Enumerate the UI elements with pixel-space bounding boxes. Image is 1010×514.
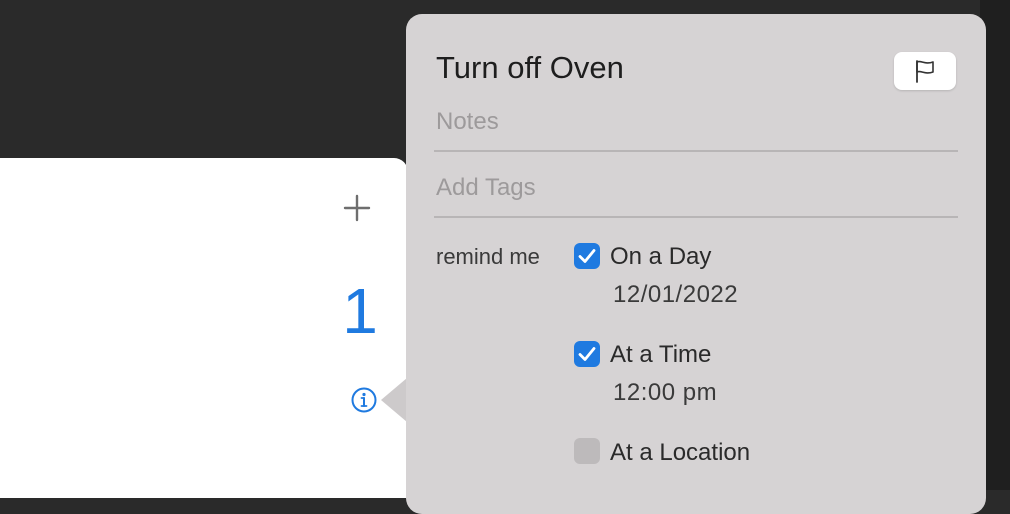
tags-input[interactable] [436, 168, 956, 208]
notes-input[interactable] [436, 102, 956, 142]
on-a-day-checkbox[interactable] [574, 243, 600, 269]
add-reminder-button[interactable] [341, 192, 373, 224]
popover-arrow [381, 378, 407, 422]
time-field[interactable]: 12:00 pm [613, 379, 717, 407]
on-a-day-label[interactable]: On a Day [610, 243, 711, 271]
reminder-details-popover: Turn off Oven remind me On a Day 12/01/2… [406, 14, 986, 514]
date-field[interactable]: 12/01/2022 [613, 281, 738, 309]
at-a-time-checkbox[interactable] [574, 341, 600, 367]
info-button[interactable] [351, 387, 377, 413]
plus-icon [343, 194, 371, 222]
remind-me-label: remind me [436, 244, 540, 269]
reminder-count: 1 [342, 275, 378, 347]
reminder-title[interactable]: Turn off Oven [436, 50, 624, 86]
divider [434, 216, 958, 218]
flag-button[interactable] [894, 52, 956, 90]
flag-icon [916, 60, 934, 83]
info-icon [351, 387, 377, 413]
divider [434, 150, 958, 152]
checkmark-icon [578, 347, 596, 361]
at-a-time-label[interactable]: At a Time [610, 341, 711, 369]
checkmark-icon [578, 249, 596, 263]
at-a-location-checkbox[interactable] [574, 438, 600, 464]
at-a-location-label[interactable]: At a Location [610, 439, 750, 467]
